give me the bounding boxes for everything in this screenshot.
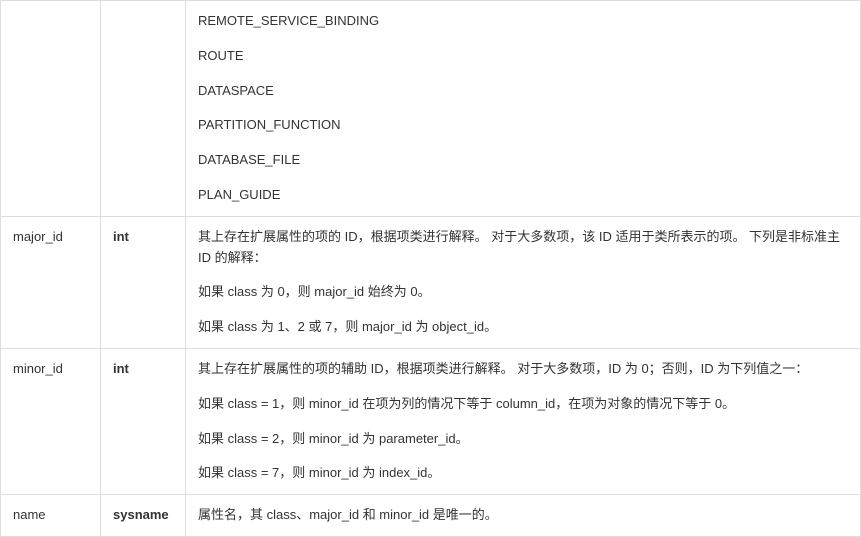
column-type-cell: int	[101, 348, 186, 494]
column-desc-cell: REMOTE_SERVICE_BINDING ROUTE DATASPACE P…	[186, 1, 861, 217]
properties-table: REMOTE_SERVICE_BINDING ROUTE DATASPACE P…	[0, 0, 861, 537]
desc-line: PARTITION_FUNCTION	[198, 115, 848, 136]
column-desc-cell: 其上存在扩展属性的项的辅助 ID，根据项类进行解释。 对于大多数项，ID 为 0…	[186, 348, 861, 494]
column-name-cell	[1, 1, 101, 217]
desc-line: REMOTE_SERVICE_BINDING	[198, 11, 848, 32]
column-type-cell: sysname	[101, 495, 186, 537]
desc-line: 如果 class 为 1、2 或 7，则 major_id 为 object_i…	[198, 317, 848, 338]
desc-line: 属性名，其 class、major_id 和 minor_id 是唯一的。	[198, 505, 848, 526]
desc-line: 如果 class = 7，则 minor_id 为 index_id。	[198, 463, 848, 484]
desc-line: 其上存在扩展属性的项的 ID，根据项类进行解释。 对于大多数项，该 ID 适用于…	[198, 227, 848, 269]
column-name-cell: major_id	[1, 216, 101, 348]
table-row: minor_id int 其上存在扩展属性的项的辅助 ID，根据项类进行解释。 …	[1, 348, 861, 494]
desc-line: DATASPACE	[198, 81, 848, 102]
column-name-cell: name	[1, 495, 101, 537]
column-desc-cell: 属性名，其 class、major_id 和 minor_id 是唯一的。	[186, 495, 861, 537]
desc-line: 如果 class = 1，则 minor_id 在项为列的情况下等于 colum…	[198, 394, 848, 415]
column-desc-cell: 其上存在扩展属性的项的 ID，根据项类进行解释。 对于大多数项，该 ID 适用于…	[186, 216, 861, 348]
table-row: major_id int 其上存在扩展属性的项的 ID，根据项类进行解释。 对于…	[1, 216, 861, 348]
table-row: REMOTE_SERVICE_BINDING ROUTE DATASPACE P…	[1, 1, 861, 217]
desc-line: 如果 class 为 0，则 major_id 始终为 0。	[198, 282, 848, 303]
column-type-cell: int	[101, 216, 186, 348]
desc-line: ROUTE	[198, 46, 848, 67]
desc-line: PLAN_GUIDE	[198, 185, 848, 206]
table-row: name sysname 属性名，其 class、major_id 和 mino…	[1, 495, 861, 537]
desc-line: 其上存在扩展属性的项的辅助 ID，根据项类进行解释。 对于大多数项，ID 为 0…	[198, 359, 848, 380]
column-type-cell	[101, 1, 186, 217]
column-name-cell: minor_id	[1, 348, 101, 494]
desc-line: DATABASE_FILE	[198, 150, 848, 171]
desc-line: 如果 class = 2，则 minor_id 为 parameter_id。	[198, 429, 848, 450]
